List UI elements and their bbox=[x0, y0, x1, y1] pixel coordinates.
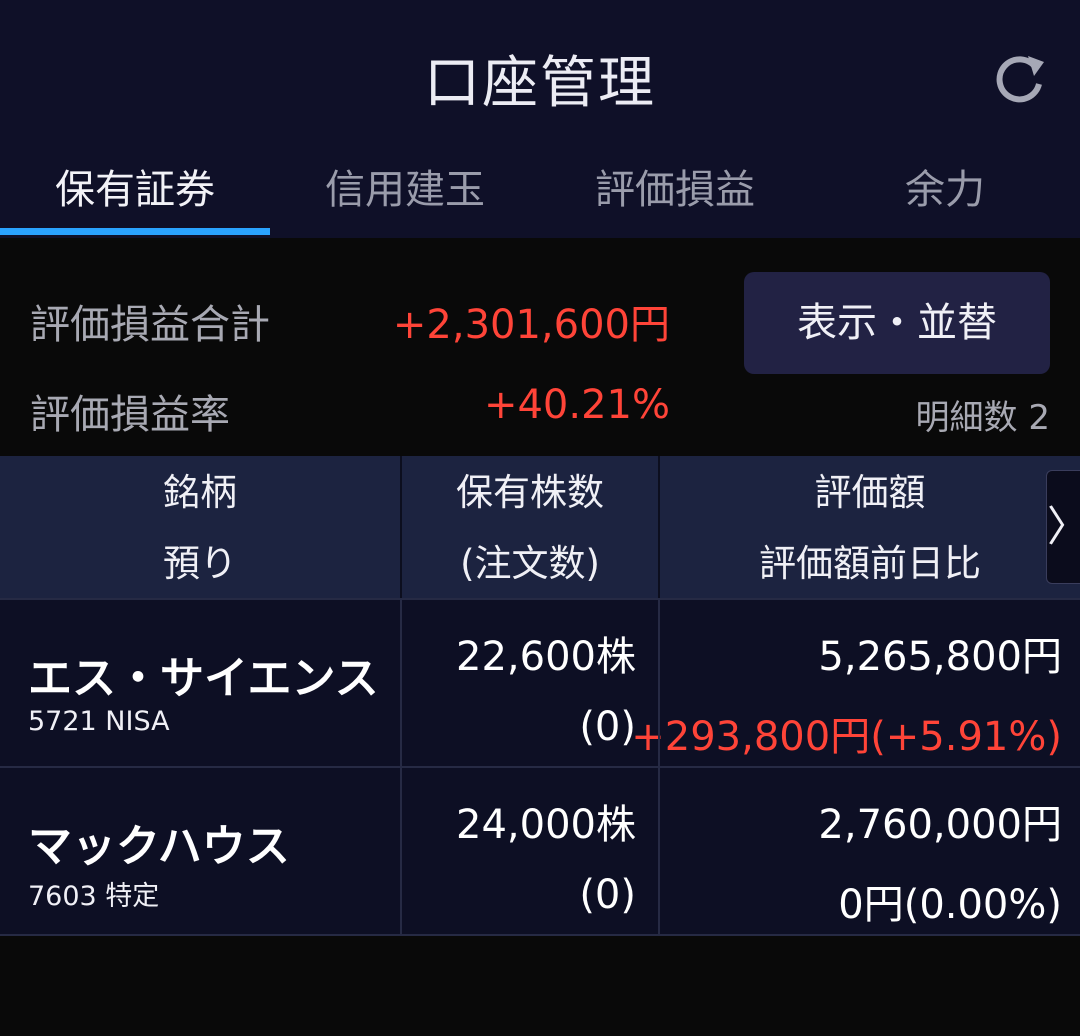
refresh-icon[interactable] bbox=[990, 48, 1050, 108]
order-count: (0) bbox=[579, 872, 636, 918]
table-row[interactable]: マックハウス 7603 特定 24,000株 (0) 2,760,000円 0円… bbox=[0, 768, 1080, 934]
pl-total-value: +2,301,600円 bbox=[392, 302, 670, 348]
valuation-change: 0円(0.00%) bbox=[838, 882, 1062, 928]
stock-name: エス・サイエンス bbox=[28, 653, 379, 704]
tab-holdings[interactable]: 保有証券 bbox=[0, 150, 270, 238]
header-col-shares-line1: 保有株数 bbox=[456, 471, 604, 514]
pl-total-label: 評価損益合計 bbox=[30, 302, 270, 348]
column-divider bbox=[400, 456, 402, 598]
stock-code-account: 7603 特定 bbox=[28, 881, 160, 912]
tab-buying-power[interactable]: 余力 bbox=[810, 150, 1080, 238]
header-col-value-line2: 評価額前日比 bbox=[759, 542, 981, 585]
active-tab-indicator bbox=[0, 228, 270, 235]
tab-bar: 保有証券 信用建玉 評価損益 余力 bbox=[0, 150, 1080, 238]
shares-held: 24,000株 bbox=[456, 802, 636, 848]
header-col-shares: 保有株数 (注文数) bbox=[402, 456, 658, 598]
column-divider bbox=[658, 456, 660, 598]
chevron-right-icon[interactable]: 〉 bbox=[1046, 470, 1080, 584]
header-col-value-line1: 評価額 bbox=[814, 471, 926, 514]
pl-rate-label: 評価損益率 bbox=[30, 392, 230, 438]
detail-count: 明細数 2 bbox=[915, 398, 1050, 438]
pl-rate-value: +40.21% bbox=[483, 382, 670, 428]
tab-valuation-pl[interactable]: 評価損益 bbox=[540, 150, 810, 238]
order-count: (0) bbox=[579, 704, 636, 750]
header-col-name-line2: 預り bbox=[163, 542, 237, 585]
valuation-amount: 2,760,000円 bbox=[818, 802, 1062, 848]
table-header: 銘柄 預り 保有株数 (注文数) 評価額 評価額前日比 bbox=[0, 456, 1080, 598]
app-header: 口座管理 保有証券 信用建玉 評価損益 余力 bbox=[0, 0, 1080, 238]
row-divider bbox=[0, 934, 1080, 936]
valuation-change: +293,800円(+5.91%) bbox=[631, 714, 1062, 760]
stock-name: マックハウス bbox=[28, 821, 290, 872]
valuation-amount: 5,265,800円 bbox=[818, 634, 1062, 680]
header-col-shares-line2: (注文数) bbox=[460, 542, 600, 585]
shares-held: 22,600株 bbox=[456, 634, 636, 680]
header-col-name-line1: 銘柄 bbox=[163, 471, 237, 514]
stock-code-account: 5721 NISA bbox=[28, 706, 170, 737]
header-col-value: 評価額 評価額前日比 bbox=[660, 456, 1080, 598]
header-col-name: 銘柄 預り bbox=[0, 456, 400, 598]
pl-summary: 評価損益合計 +2,301,600円 評価損益率 +40.21% 表示・並替 明… bbox=[0, 238, 1080, 456]
column-divider bbox=[400, 768, 402, 934]
column-divider bbox=[658, 768, 660, 934]
column-divider bbox=[400, 600, 402, 766]
table-row[interactable]: エス・サイエンス 5721 NISA 22,600株 (0) 5,265,800… bbox=[0, 600, 1080, 766]
display-sort-button[interactable]: 表示・並替 bbox=[744, 272, 1050, 374]
page-title: 口座管理 bbox=[424, 51, 656, 116]
tab-margin-positions[interactable]: 信用建玉 bbox=[270, 150, 540, 238]
column-divider bbox=[658, 600, 660, 766]
